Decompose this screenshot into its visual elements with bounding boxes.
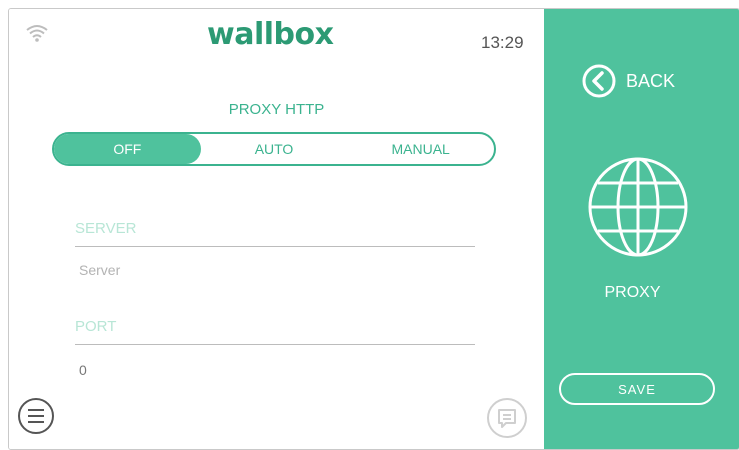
save-button[interactable]: SAVE <box>559 373 715 405</box>
server-input[interactable] <box>75 259 475 281</box>
server-divider <box>75 246 475 247</box>
menu-icon[interactable] <box>17 397 55 435</box>
port-label: PORT <box>75 318 117 335</box>
main-area: wallbox 13:29 PROXY HTTP OFF AUTO MANUAL… <box>9 9 544 449</box>
chat-icon[interactable] <box>486 397 528 439</box>
mode-manual-option[interactable]: MANUAL <box>347 134 494 164</box>
globe-icon <box>588 157 688 257</box>
section-title: PROXY HTTP <box>228 101 325 118</box>
port-divider <box>75 344 475 345</box>
clock: 13:29 <box>481 33 524 52</box>
back-label: BACK <box>626 70 676 91</box>
mode-off-option[interactable]: OFF <box>54 134 201 164</box>
app-logo: wallbox <box>207 17 334 52</box>
proxy-mode-selector: OFF AUTO MANUAL <box>52 132 496 166</box>
mode-auto-option[interactable]: AUTO <box>201 134 348 164</box>
port-input[interactable] <box>75 359 475 381</box>
wifi-icon <box>26 25 48 42</box>
back-button[interactable]: BACK <box>582 64 675 98</box>
panel-section-label: PROXY <box>604 284 661 301</box>
chevron-left-icon <box>582 64 616 98</box>
server-label: SERVER <box>75 220 137 237</box>
